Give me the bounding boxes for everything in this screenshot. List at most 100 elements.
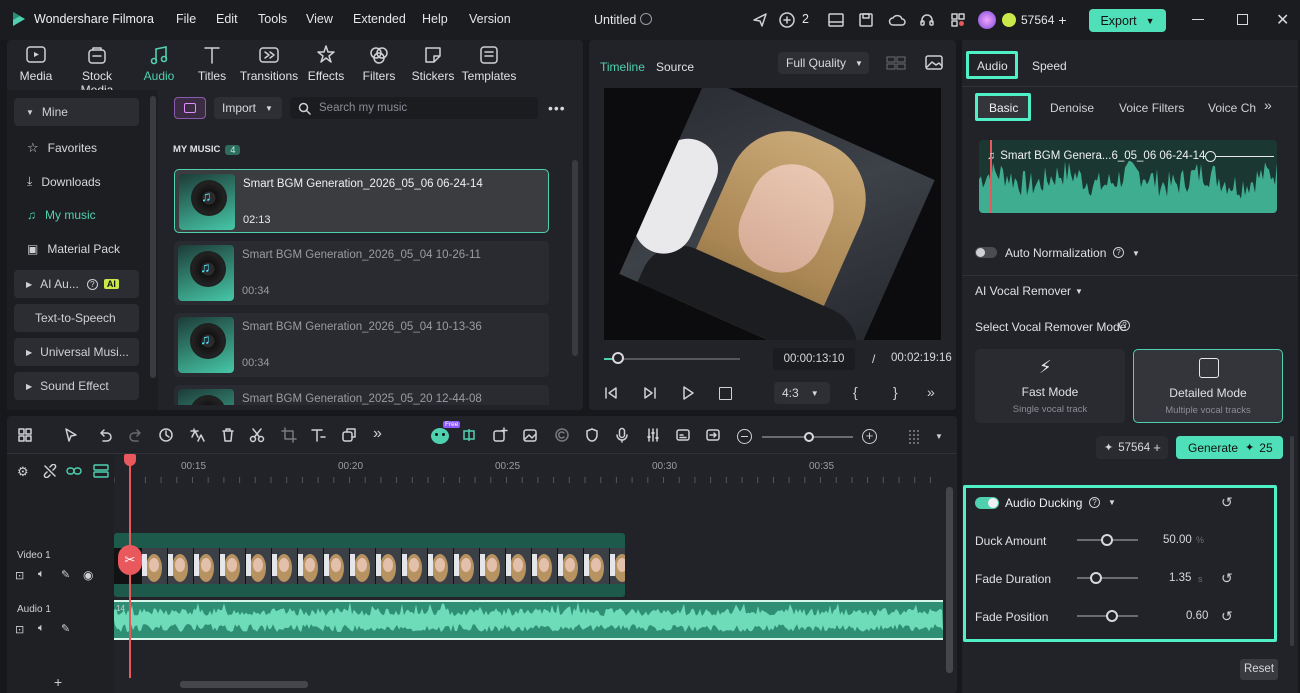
mark-out-icon[interactable]: } — [893, 384, 898, 400]
ai-music-button[interactable] — [174, 97, 206, 119]
sidebar-item-ai-audio[interactable]: ▶ AI Au... ? AI — [14, 270, 139, 298]
ai-assistant-icon[interactable] — [431, 428, 449, 444]
delete-icon[interactable] — [220, 427, 240, 447]
replace-icon[interactable] — [705, 427, 725, 447]
more-controls-icon[interactable]: » — [927, 384, 935, 400]
list-item[interactable]: Smart BGM Generation_2025_05_20 12-44-08 — [174, 385, 549, 405]
caret-down-icon[interactable]: ▼ — [935, 432, 943, 441]
layout-grid-icon[interactable] — [17, 427, 37, 447]
import-dropdown[interactable]: Import ▼ — [214, 97, 282, 119]
tab-stickers[interactable]: Stickers — [402, 44, 464, 86]
fade-duration-value[interactable]: 1.35 — [1169, 572, 1191, 584]
maximize-icon[interactable] — [1237, 14, 1248, 25]
minimize-icon[interactable] — [1192, 19, 1204, 20]
undo-icon[interactable] — [97, 427, 117, 447]
menu-file[interactable]: File — [176, 12, 196, 26]
audio-mixer-icon[interactable] — [645, 427, 665, 447]
subtab-voice-changer[interactable]: Voice Cha — [1208, 101, 1256, 115]
tab-stock-media[interactable]: Stock Media — [66, 44, 128, 97]
reset-ducking-icon[interactable]: ↺ — [1221, 494, 1233, 511]
video-clip[interactable] — [114, 533, 625, 597]
tab-audio-properties[interactable]: Audio — [977, 59, 1008, 73]
speed-ramp-icon[interactable] — [158, 427, 178, 447]
caret-down-icon[interactable]: ▼ — [1075, 287, 1083, 296]
sidebar-item-text-to-speech[interactable]: Text-to-Speech — [14, 304, 139, 332]
subtab-voice-filters[interactable]: Voice Filters — [1119, 101, 1184, 115]
close-icon[interactable]: ✕ — [1276, 10, 1289, 30]
timeline-vertical-scrollbar[interactable] — [946, 487, 953, 673]
link-icon[interactable] — [66, 465, 82, 477]
tab-media[interactable]: Media — [5, 44, 67, 86]
menu-version[interactable]: Version — [469, 12, 511, 26]
mark-in-icon[interactable]: { — [853, 384, 858, 400]
mask-icon[interactable] — [341, 427, 361, 447]
reset-fade-duration-icon[interactable]: ↺ — [1221, 570, 1233, 587]
video-preview[interactable] — [604, 88, 941, 340]
grid-view-icon[interactable] — [886, 56, 906, 70]
tab-filters[interactable]: Filters — [348, 44, 410, 86]
add-track-icon[interactable]: + — [54, 674, 62, 690]
sidebar-item-my-music[interactable]: ♫ My music — [27, 208, 96, 222]
cloud-upload-icon[interactable] — [888, 13, 906, 27]
save-icon[interactable] — [859, 13, 873, 27]
layout-icon[interactable] — [828, 13, 844, 27]
reset-button[interactable]: Reset — [1240, 659, 1278, 680]
help-icon[interactable]: ? — [1113, 247, 1124, 258]
subtab-denoise[interactable]: Denoise — [1050, 101, 1094, 115]
sidebar-item-sound-effect[interactable]: ▶ Sound Effect — [14, 372, 139, 400]
export-button[interactable]: Export ▼ — [1089, 9, 1166, 32]
list-item[interactable]: ♫ Smart BGM Generation_2026_05_04 10-13-… — [174, 313, 549, 377]
fade-position-knob[interactable] — [1106, 610, 1118, 622]
detailed-mode-option[interactable]: Detailed Mode Multiple vocal tracks — [1133, 349, 1283, 423]
playback-progress-knob[interactable] — [611, 352, 624, 364]
split-scissors-icon[interactable] — [249, 427, 269, 447]
eye-icon[interactable]: ◉ — [83, 568, 93, 582]
avatar[interactable] — [978, 11, 996, 29]
zoom-slider-knob[interactable] — [804, 432, 814, 442]
more-subtabs-icon[interactable]: » — [1264, 97, 1272, 113]
quality-dropdown[interactable]: Full Quality ▼ — [778, 52, 869, 74]
stop-icon[interactable] — [719, 387, 732, 400]
caret-down-icon[interactable]: ▼ — [1132, 249, 1140, 258]
redo-icon[interactable] — [128, 427, 148, 447]
more-tools-icon[interactable]: » — [373, 425, 393, 445]
list-item[interactable]: ♫ Smart BGM Generation_2026_05_04 10-26-… — [174, 241, 549, 305]
translate-icon[interactable] — [189, 427, 209, 447]
image-edit-icon[interactable] — [522, 427, 542, 447]
track-height-icon[interactable] — [907, 428, 923, 446]
fast-mode-option[interactable]: ⚡ Fast Mode Single vocal track — [975, 349, 1125, 423]
duck-amount-value[interactable]: 50.00 — [1163, 534, 1192, 546]
aspect-ratio-dropdown[interactable]: 4:3 ▼ — [774, 382, 830, 404]
sidebar-item-favorites[interactable]: ☆ Favorites — [27, 140, 97, 156]
lock-icon[interactable]: ⊡ — [15, 623, 24, 636]
edit-track-icon[interactable]: ✎ — [61, 622, 70, 635]
volume-keyframe-knob[interactable] — [1205, 151, 1216, 162]
duck-amount-knob[interactable] — [1101, 534, 1113, 546]
zoom-out-icon[interactable] — [737, 429, 752, 444]
menu-extended[interactable]: Extended — [353, 12, 406, 26]
next-frame-icon[interactable] — [643, 386, 657, 400]
properties-scrollbar[interactable] — [1290, 436, 1294, 646]
auto-normalization-toggle[interactable] — [975, 247, 997, 258]
shield-icon[interactable] — [584, 427, 604, 447]
subtitle-icon[interactable] — [675, 427, 695, 447]
microphone-icon[interactable] — [614, 427, 634, 447]
sidebar-item-universal-music[interactable]: ▶ Universal Musi... — [14, 338, 139, 366]
audio-ducking-toggle[interactable] — [975, 497, 999, 509]
send-icon[interactable] — [752, 12, 768, 28]
crop-icon[interactable] — [281, 427, 301, 447]
tab-speed[interactable]: Speed — [1032, 59, 1067, 73]
timeline-horizontal-scrollbar[interactable] — [180, 681, 308, 688]
menu-view[interactable]: View — [306, 12, 333, 26]
sidebar-item-mine[interactable]: ▼ Mine — [14, 98, 139, 126]
more-options-icon[interactable]: ••• — [548, 100, 566, 116]
snapshot-image-icon[interactable] — [925, 55, 943, 70]
auto-sync-icon[interactable] — [461, 427, 481, 447]
sidebar-item-downloads[interactable]: ⤓ Downloads — [27, 174, 101, 189]
playhead-handle[interactable] — [124, 454, 136, 466]
reset-fade-position-icon[interactable]: ↺ — [1221, 608, 1233, 625]
select-tool-icon[interactable] — [63, 427, 83, 447]
tab-titles[interactable]: Titles — [181, 44, 243, 86]
speaker-icon[interactable]: 🔈︎ — [38, 568, 45, 581]
tab-transitions[interactable]: Transitions — [238, 44, 300, 86]
